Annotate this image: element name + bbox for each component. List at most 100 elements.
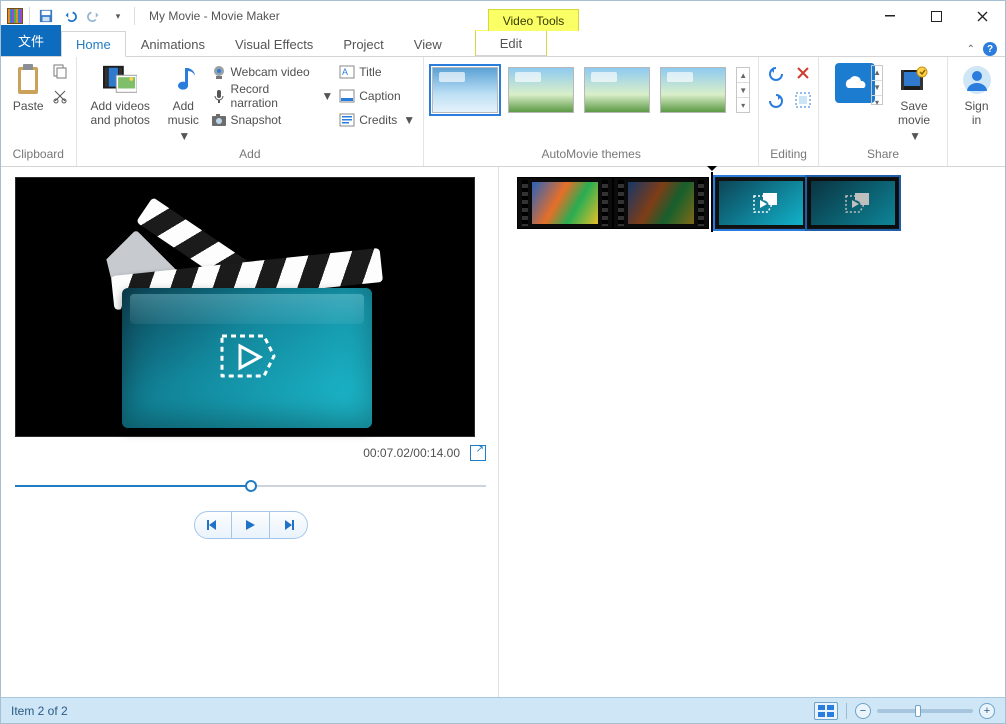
gallery-scroll[interactable]: ▲ ▼ ▾ <box>736 67 750 113</box>
step-back-icon <box>206 518 220 532</box>
qat-undo-button[interactable] <box>60 6 80 26</box>
zoom-controls: − + <box>855 703 995 719</box>
play-icon <box>750 193 774 215</box>
app-icon[interactable] <box>7 8 23 24</box>
timeline-clip[interactable] <box>807 177 899 229</box>
tab-edit[interactable]: Edit <box>475 30 547 56</box>
tab-view[interactable]: View <box>399 31 457 56</box>
theme-thumb[interactable] <box>584 67 650 113</box>
play-button[interactable] <box>232 511 270 539</box>
group-label-editing: Editing <box>767 145 810 164</box>
timeline-pane[interactable] <box>499 167 1005 697</box>
window-title: My Movie - Movie Maker <box>149 9 280 23</box>
timeline-clip[interactable] <box>715 177 807 229</box>
close-icon <box>977 11 988 22</box>
group-label-signin <box>956 145 997 164</box>
tab-project[interactable]: Project <box>328 31 398 56</box>
theme-thumb[interactable] <box>432 67 498 113</box>
save-movie-icon <box>897 63 931 97</box>
themes-gallery[interactable]: ▲ ▼ ▾ <box>432 61 750 113</box>
maximize-icon <box>931 11 942 22</box>
rotate-right-icon <box>767 92 785 110</box>
playhead[interactable] <box>711 172 713 232</box>
share-onedrive-button[interactable]: ▲▼▾ <box>827 61 883 145</box>
ribbon-collapse-button[interactable]: ⌃ <box>967 44 975 55</box>
group-label-clipboard: Clipboard <box>9 145 68 164</box>
view-mode-button[interactable] <box>814 702 838 720</box>
save-movie-button[interactable]: Save movie▼ <box>889 61 939 143</box>
timeline[interactable] <box>517 177 987 237</box>
quick-access-toolbar: ▾ <box>1 6 143 26</box>
tab-home[interactable]: Home <box>61 31 126 57</box>
gallery-more-button[interactable]: ▾ <box>737 98 749 112</box>
ribbon-tabs: 文件 Home Animations Visual Effects Projec… <box>1 31 1005 57</box>
plus-icon: + <box>984 705 990 717</box>
zoom-in-button[interactable]: + <box>979 703 995 719</box>
share-gallery-scroll[interactable]: ▲▼▾ <box>871 65 883 105</box>
zoom-thumb[interactable] <box>915 705 921 717</box>
rotate-right-button[interactable] <box>767 92 785 113</box>
paste-button[interactable]: Paste <box>8 61 48 113</box>
tab-file[interactable]: 文件 <box>1 25 61 56</box>
group-clipboard: Paste Clipboard <box>1 57 77 166</box>
snapshot-button[interactable]: Snapshot <box>211 109 334 131</box>
copy-button[interactable] <box>52 63 68 82</box>
qat-redo-button[interactable] <box>84 6 104 26</box>
onedrive-icon <box>835 63 875 103</box>
title-button[interactable]: A Title <box>339 61 415 83</box>
window-minimize-button[interactable] <box>867 2 913 30</box>
timeline-clip[interactable] <box>613 177 709 229</box>
timeline-clip[interactable] <box>517 177 613 229</box>
delete-x-icon <box>795 65 811 81</box>
help-button[interactable]: ? <box>983 42 997 56</box>
prev-frame-button[interactable] <box>194 511 232 539</box>
next-frame-button[interactable] <box>270 511 308 539</box>
cut-button[interactable] <box>52 88 68 107</box>
webcam-video-button[interactable]: Webcam video <box>211 61 334 83</box>
caption-button[interactable]: Caption <box>339 85 415 107</box>
add-videos-photos-button[interactable]: Add videos and photos <box>85 61 156 127</box>
scissors-icon <box>52 88 68 104</box>
tab-animations[interactable]: Animations <box>126 31 220 56</box>
credits-button[interactable]: Credits▼ <box>339 109 415 131</box>
qat-save-button[interactable] <box>36 6 56 26</box>
select-all-icon <box>795 92 811 108</box>
add-music-button[interactable]: Add music▼ <box>162 61 205 143</box>
playback-controls <box>15 511 486 539</box>
status-bar: Item 2 of 2 − + <box>1 697 1005 723</box>
credits-icon <box>339 112 355 128</box>
seek-slider[interactable] <box>15 479 486 493</box>
add-text-stack: A Title Caption Credits▼ <box>339 61 415 131</box>
chevron-down-icon: ▼ <box>321 89 333 103</box>
qat-customize-button[interactable]: ▾ <box>108 6 128 26</box>
zoom-out-button[interactable]: − <box>855 703 871 719</box>
select-all-button[interactable] <box>795 92 811 113</box>
group-share: ▲▼▾ Save movie▼ Share <box>819 57 948 166</box>
window-close-button[interactable] <box>959 2 1005 30</box>
film-photo-icon <box>103 63 137 97</box>
group-label-add: Add <box>85 145 416 164</box>
preview-clapper-art <box>92 196 392 416</box>
tab-visual-effects[interactable]: Visual Effects <box>220 31 328 56</box>
video-preview[interactable] <box>15 177 475 437</box>
rotate-left-icon <box>767 65 785 83</box>
gallery-up-button[interactable]: ▲ <box>737 68 749 83</box>
seek-thumb[interactable] <box>245 480 257 492</box>
chevron-down-icon: ▼ <box>909 129 921 143</box>
theme-thumb[interactable] <box>508 67 574 113</box>
undo-icon <box>63 9 77 23</box>
music-note-icon <box>166 63 200 97</box>
theme-thumb[interactable] <box>660 67 726 113</box>
group-editing: Editing <box>759 57 819 166</box>
fullscreen-button[interactable] <box>470 445 486 461</box>
record-narration-button[interactable]: Record narration▼ <box>211 85 334 107</box>
preview-pane: 00:07.02/00:14.00 <box>1 167 499 697</box>
remove-button[interactable] <box>795 65 811 86</box>
zoom-slider[interactable] <box>877 709 973 713</box>
ribbon: Paste Clipboard Add videos and photos <box>1 57 1005 167</box>
redo-icon <box>87 9 101 23</box>
rotate-left-button[interactable] <box>767 65 785 86</box>
gallery-down-button[interactable]: ▼ <box>737 83 749 98</box>
window-maximize-button[interactable] <box>913 2 959 30</box>
sign-in-button[interactable]: Sign in <box>956 61 997 127</box>
